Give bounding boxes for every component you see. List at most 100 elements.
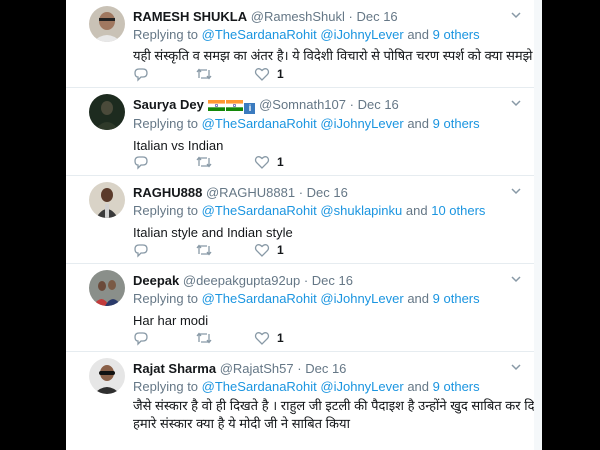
replying-label: Replying to xyxy=(133,116,199,131)
tweet-header: Deepak @deepakgupta92up · Dec 16 xyxy=(133,272,522,289)
reply-button[interactable] xyxy=(133,154,149,170)
reply-icon xyxy=(134,68,148,82)
heart-icon xyxy=(254,68,270,81)
tweet-text: यही संस्कृति व समझ का अंतर है। ये विदेशी… xyxy=(133,48,534,63)
mention-link[interactable]: @iJohnyLever xyxy=(320,116,403,131)
author-name[interactable]: Deepak xyxy=(133,273,179,288)
avatar[interactable] xyxy=(89,6,125,42)
mention-link[interactable]: @TheSardanaRohit xyxy=(202,291,317,306)
tweet-header: RAGHU888 @RAGHU8881 · Dec 16 xyxy=(133,184,522,201)
and-label: and xyxy=(405,203,428,218)
heart-icon xyxy=(254,244,270,257)
reply-button[interactable] xyxy=(133,242,149,258)
avatar[interactable] xyxy=(89,94,125,130)
retweet-button[interactable] xyxy=(195,66,213,82)
tweet[interactable]: Rajat Sharma @RajatSh57 · Dec 16 Replyin… xyxy=(66,352,534,450)
mention-link[interactable]: @iJohnyLever xyxy=(320,291,403,306)
mention-link[interactable]: @iJohnyLever xyxy=(320,379,403,394)
mention-link[interactable]: @TheSardanaRohit xyxy=(202,379,317,394)
like-button[interactable]: 1 xyxy=(254,330,284,346)
others-link[interactable]: 9 others xyxy=(433,27,480,42)
tweet[interactable]: RAGHU888 @RAGHU8881 · Dec 16 Replying to… xyxy=(66,176,534,264)
separator: · xyxy=(303,273,309,288)
replying-label: Replying to xyxy=(133,27,199,42)
heart-icon xyxy=(254,156,270,169)
like-count: 1 xyxy=(277,67,284,81)
tweet-date[interactable]: Dec 16 xyxy=(356,9,397,24)
tweet-date[interactable]: Dec 16 xyxy=(305,361,346,376)
heart-icon xyxy=(254,332,270,345)
others-link[interactable]: 9 others xyxy=(433,291,480,306)
reply-icon xyxy=(134,332,148,346)
replies-panel: RAMESH SHUKLA @RameshShukl · Dec 16 Repl… xyxy=(66,0,534,450)
separator: · xyxy=(297,361,302,376)
like-count: 1 xyxy=(277,331,284,345)
tweet-text-line: हमारे संस्कार क्या है ये मोदी जी ने साबि… xyxy=(133,416,350,431)
author-handle[interactable]: @RameshShukl xyxy=(251,9,345,24)
and-label: and xyxy=(407,379,430,394)
tweet-text: Italian vs Indian xyxy=(133,138,224,153)
tweet-text-line: जैसे संस्कार है वो ही दिखते है । राहुल ज… xyxy=(133,398,534,413)
author-handle[interactable]: @deepakgupta92up xyxy=(183,273,300,288)
tweet-date[interactable]: Dec 16 xyxy=(358,97,399,112)
mention-link[interactable]: @iJohnyLever xyxy=(320,27,403,42)
tweet-header: Rajat Sharma @RajatSh57 · Dec 16 xyxy=(133,360,522,377)
reply-icon xyxy=(134,156,148,170)
tweet[interactable]: Deepak @deepakgupta92up · Dec 16 Replyin… xyxy=(66,264,534,352)
mention-link[interactable]: @shuklapinku xyxy=(320,203,402,218)
mention-link[interactable]: @TheSardanaRohit xyxy=(202,116,317,131)
author-name[interactable]: Saurya Dey xyxy=(133,97,204,112)
others-link[interactable]: 9 others xyxy=(433,379,480,394)
like-button[interactable]: 1 xyxy=(254,154,284,170)
info-badge-icon: i xyxy=(244,103,256,114)
reply-button[interactable] xyxy=(133,66,149,82)
india-flag-icon xyxy=(208,98,226,111)
tweet-text: Italian style and Indian style xyxy=(133,225,293,240)
mention-link[interactable]: @TheSardanaRohit xyxy=(202,27,317,42)
like-button[interactable]: 1 xyxy=(254,66,284,82)
author-name[interactable]: Rajat Sharma xyxy=(133,361,216,376)
author-handle[interactable]: @RAGHU8881 xyxy=(206,185,295,200)
author-handle[interactable]: @Somnath107 xyxy=(259,97,346,112)
and-label: and xyxy=(407,27,430,42)
others-link[interactable]: 10 others xyxy=(431,203,485,218)
replying-label: Replying to xyxy=(133,203,199,218)
tweet-text: Har har modi xyxy=(133,313,209,328)
replying-label: Replying to xyxy=(133,291,199,306)
avatar[interactable] xyxy=(89,270,125,306)
replying-to: Replying to @TheSardanaRohit @iJohnyLeve… xyxy=(133,378,522,395)
author-handle[interactable]: @RajatSh57 xyxy=(220,361,294,376)
retweet-icon xyxy=(196,332,212,344)
reply-button[interactable] xyxy=(133,330,149,346)
separator: · xyxy=(349,97,354,112)
others-link[interactable]: 9 others xyxy=(433,116,480,131)
retweet-icon xyxy=(196,156,212,168)
retweet-button[interactable] xyxy=(195,154,213,170)
like-button[interactable]: 1 xyxy=(254,242,284,258)
tweet[interactable]: RAMESH SHUKLA @RameshShukl · Dec 16 Repl… xyxy=(66,0,534,88)
tweet-date[interactable]: Dec 16 xyxy=(312,273,353,288)
separator: · xyxy=(298,185,304,200)
mention-link[interactable]: @TheSardanaRohit xyxy=(202,203,317,218)
retweet-icon xyxy=(196,244,212,256)
avatar[interactable] xyxy=(89,358,125,394)
scrollbar-track[interactable] xyxy=(534,0,542,450)
tweet[interactable]: Saurya Dey i @Somnath107 · Dec 16 Replyi… xyxy=(66,88,534,176)
india-flag-icon xyxy=(226,98,244,111)
like-count: 1 xyxy=(277,243,284,257)
author-name[interactable]: RAGHU888 xyxy=(133,185,202,200)
tweet-header: RAMESH SHUKLA @RameshShukl · Dec 16 xyxy=(133,8,522,25)
avatar[interactable] xyxy=(89,182,125,218)
reply-icon xyxy=(134,244,148,258)
author-name[interactable]: RAMESH SHUKLA xyxy=(133,9,247,24)
separator: · xyxy=(348,9,353,24)
retweet-button[interactable] xyxy=(195,330,213,346)
replying-to: Replying to @TheSardanaRohit @iJohnyLeve… xyxy=(133,290,522,307)
and-label: and xyxy=(407,116,430,131)
replying-label: Replying to xyxy=(133,379,199,394)
replying-to: Replying to @TheSardanaRohit @iJohnyLeve… xyxy=(133,115,522,132)
and-label: and xyxy=(407,291,430,306)
retweet-button[interactable] xyxy=(195,242,213,258)
tweet-date[interactable]: Dec 16 xyxy=(307,185,348,200)
tweet-header: Saurya Dey i @Somnath107 · Dec 16 xyxy=(133,96,522,114)
